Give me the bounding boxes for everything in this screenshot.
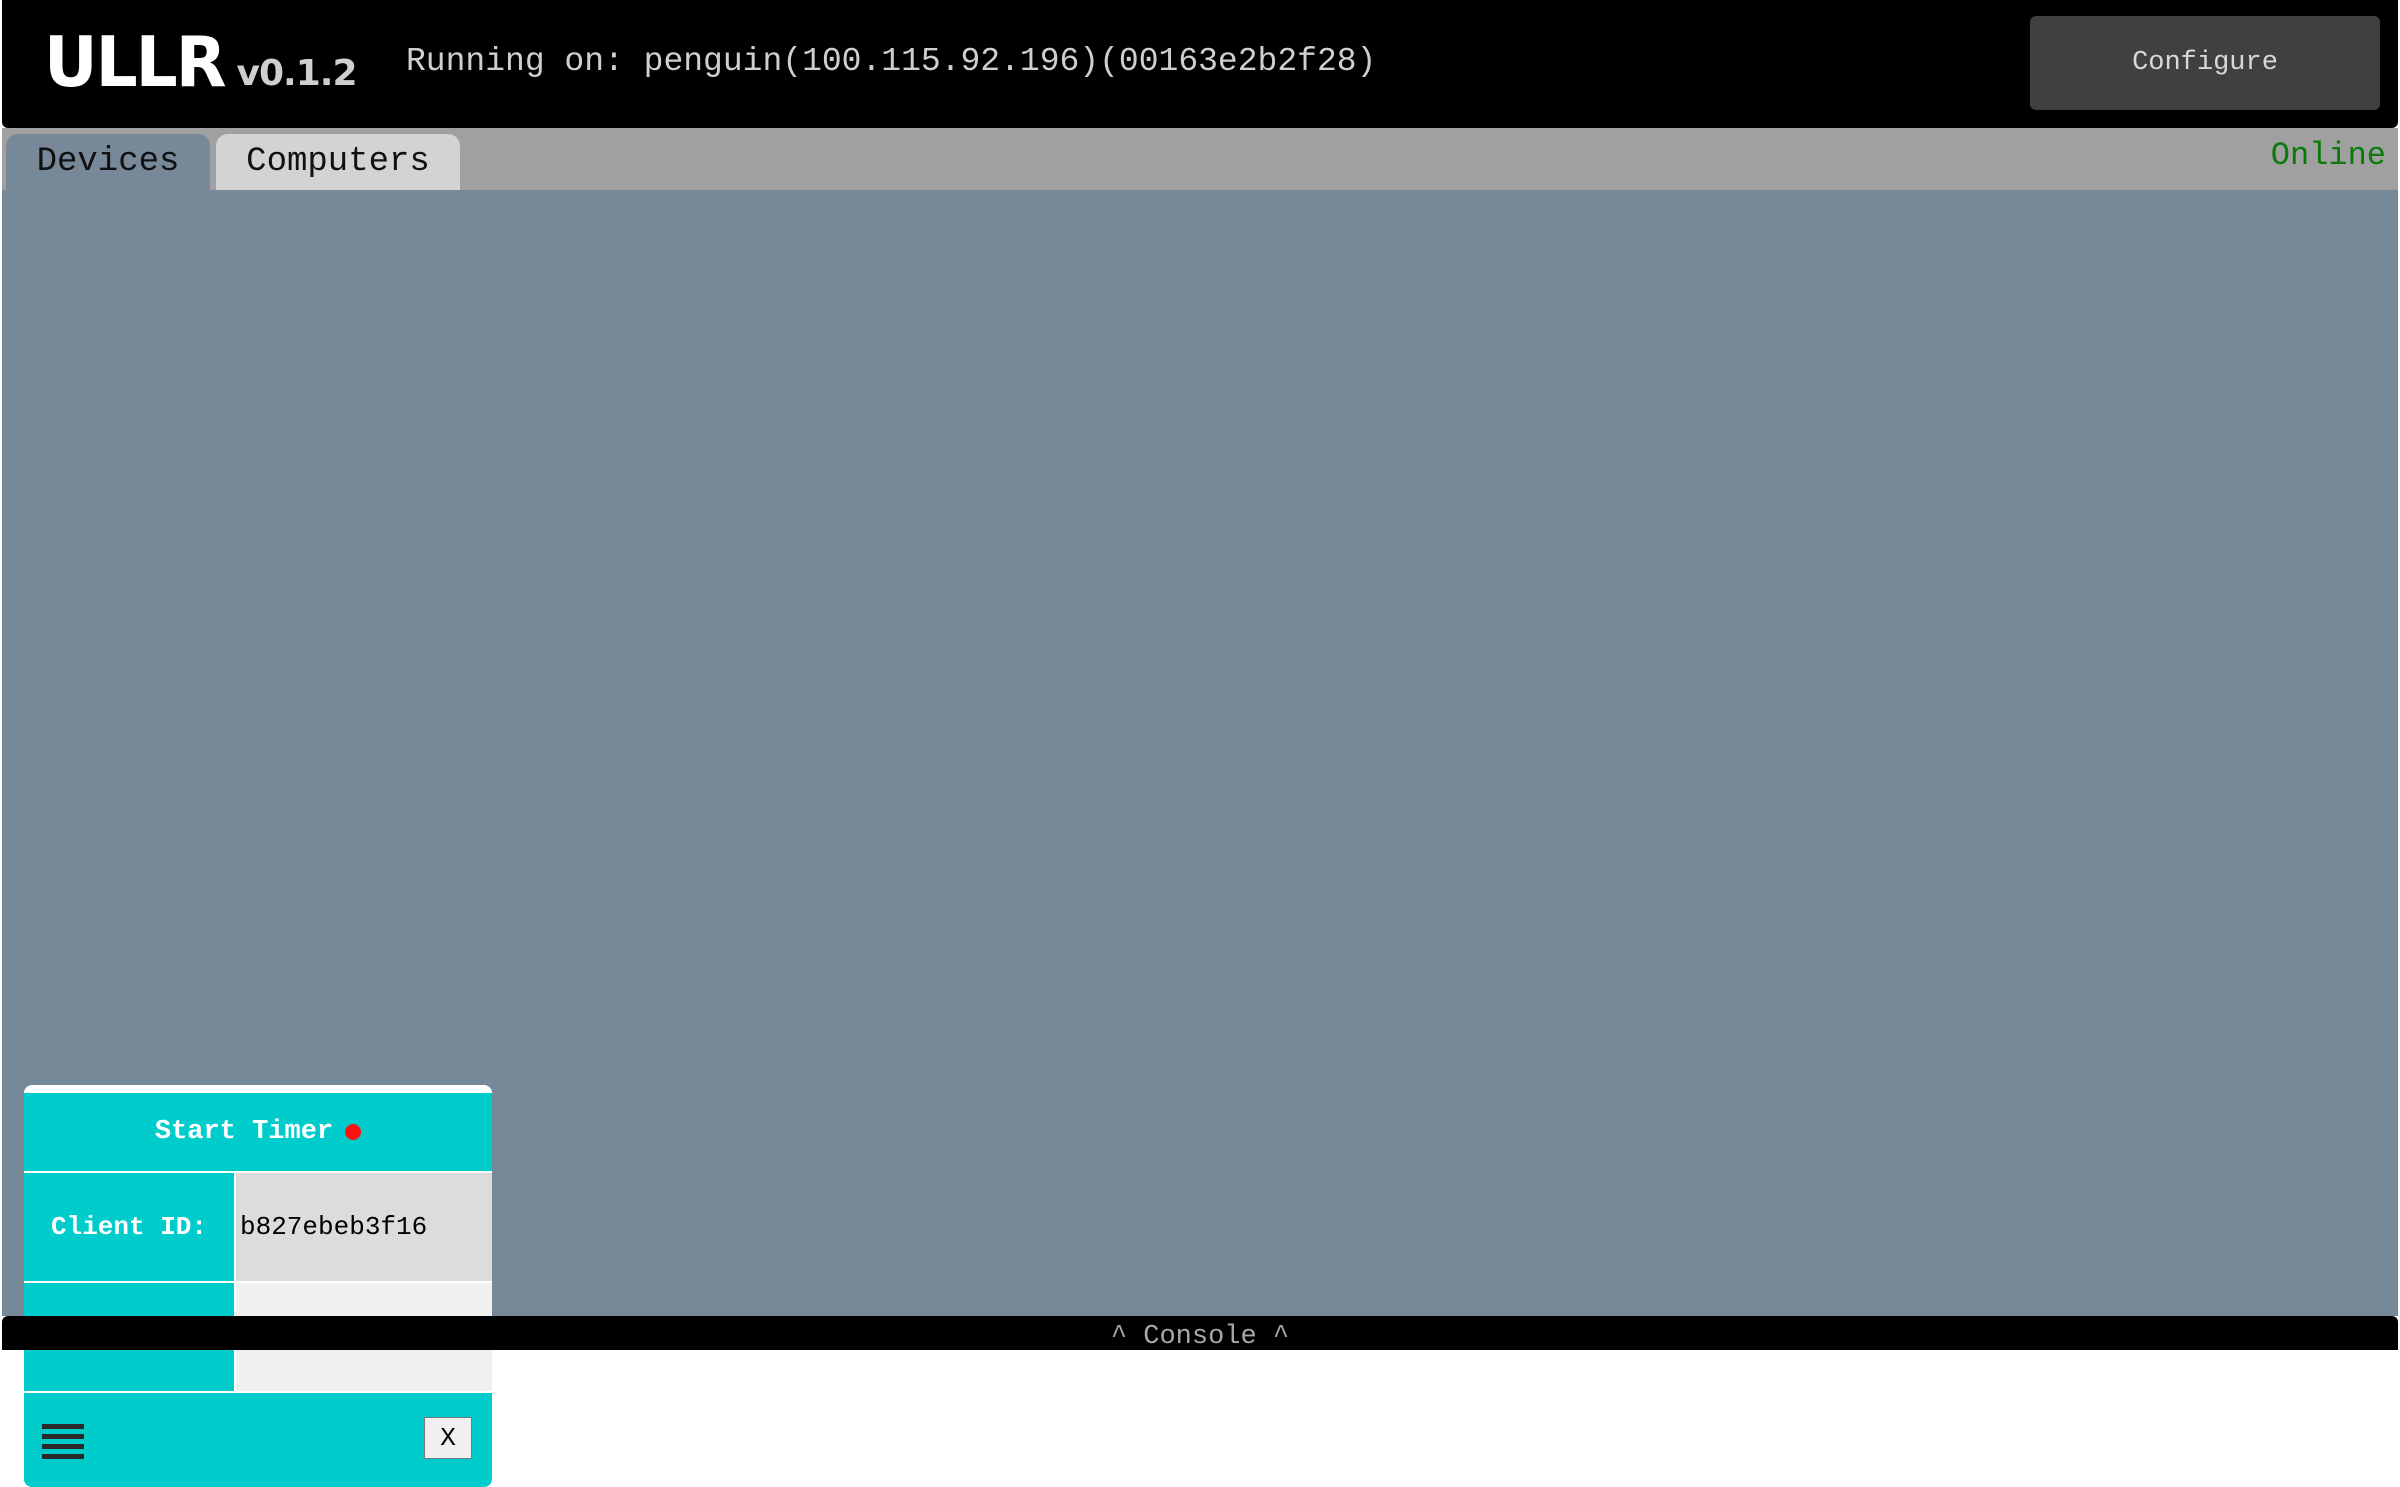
- hamburger-menu-icon[interactable]: [42, 1421, 86, 1459]
- console-label: ^ Console ^: [1110, 1322, 1290, 1352]
- start-timer-button[interactable]: Start Timer: [24, 1093, 492, 1171]
- devices-panel: Start Timer Client ID: b827ebeb3f16 Devi…: [2, 190, 2398, 1487]
- client-id-row: Client ID: b827ebeb3f16: [24, 1171, 492, 1281]
- app-logo: ULLR v0.1.2: [44, 18, 357, 108]
- card-footer: X: [24, 1391, 492, 1487]
- console-toggle[interactable]: ^ Console ^: [2, 1316, 2398, 1352]
- header-bar: ULLR v0.1.2 Running on: penguin(100.115.…: [2, 0, 2398, 128]
- tab-devices[interactable]: Devices: [6, 134, 210, 190]
- close-card-button[interactable]: X: [424, 1417, 472, 1459]
- app-version: v0.1.2: [236, 53, 358, 94]
- card-top-border: [24, 1085, 492, 1093]
- connection-status: Online: [2270, 137, 2386, 174]
- app-root: ULLR v0.1.2 Running on: penguin(100.115.…: [0, 0, 2400, 1487]
- status-dot-icon: [345, 1124, 362, 1140]
- start-timer-label: Start Timer: [154, 1117, 334, 1147]
- client-id-label: Client ID:: [24, 1173, 236, 1281]
- tab-bar: Devices Computers Online: [2, 128, 2398, 190]
- client-id-value: b827ebeb3f16: [236, 1173, 492, 1281]
- configure-button[interactable]: Configure: [2030, 16, 2380, 110]
- device-card: Start Timer Client ID: b827ebeb3f16 Devi…: [24, 1085, 492, 1487]
- logo-name: ULLR: [44, 22, 227, 103]
- running-on-text: Running on: penguin(100.115.92.196)(0016…: [406, 43, 1377, 80]
- tab-computers[interactable]: Computers: [216, 134, 460, 190]
